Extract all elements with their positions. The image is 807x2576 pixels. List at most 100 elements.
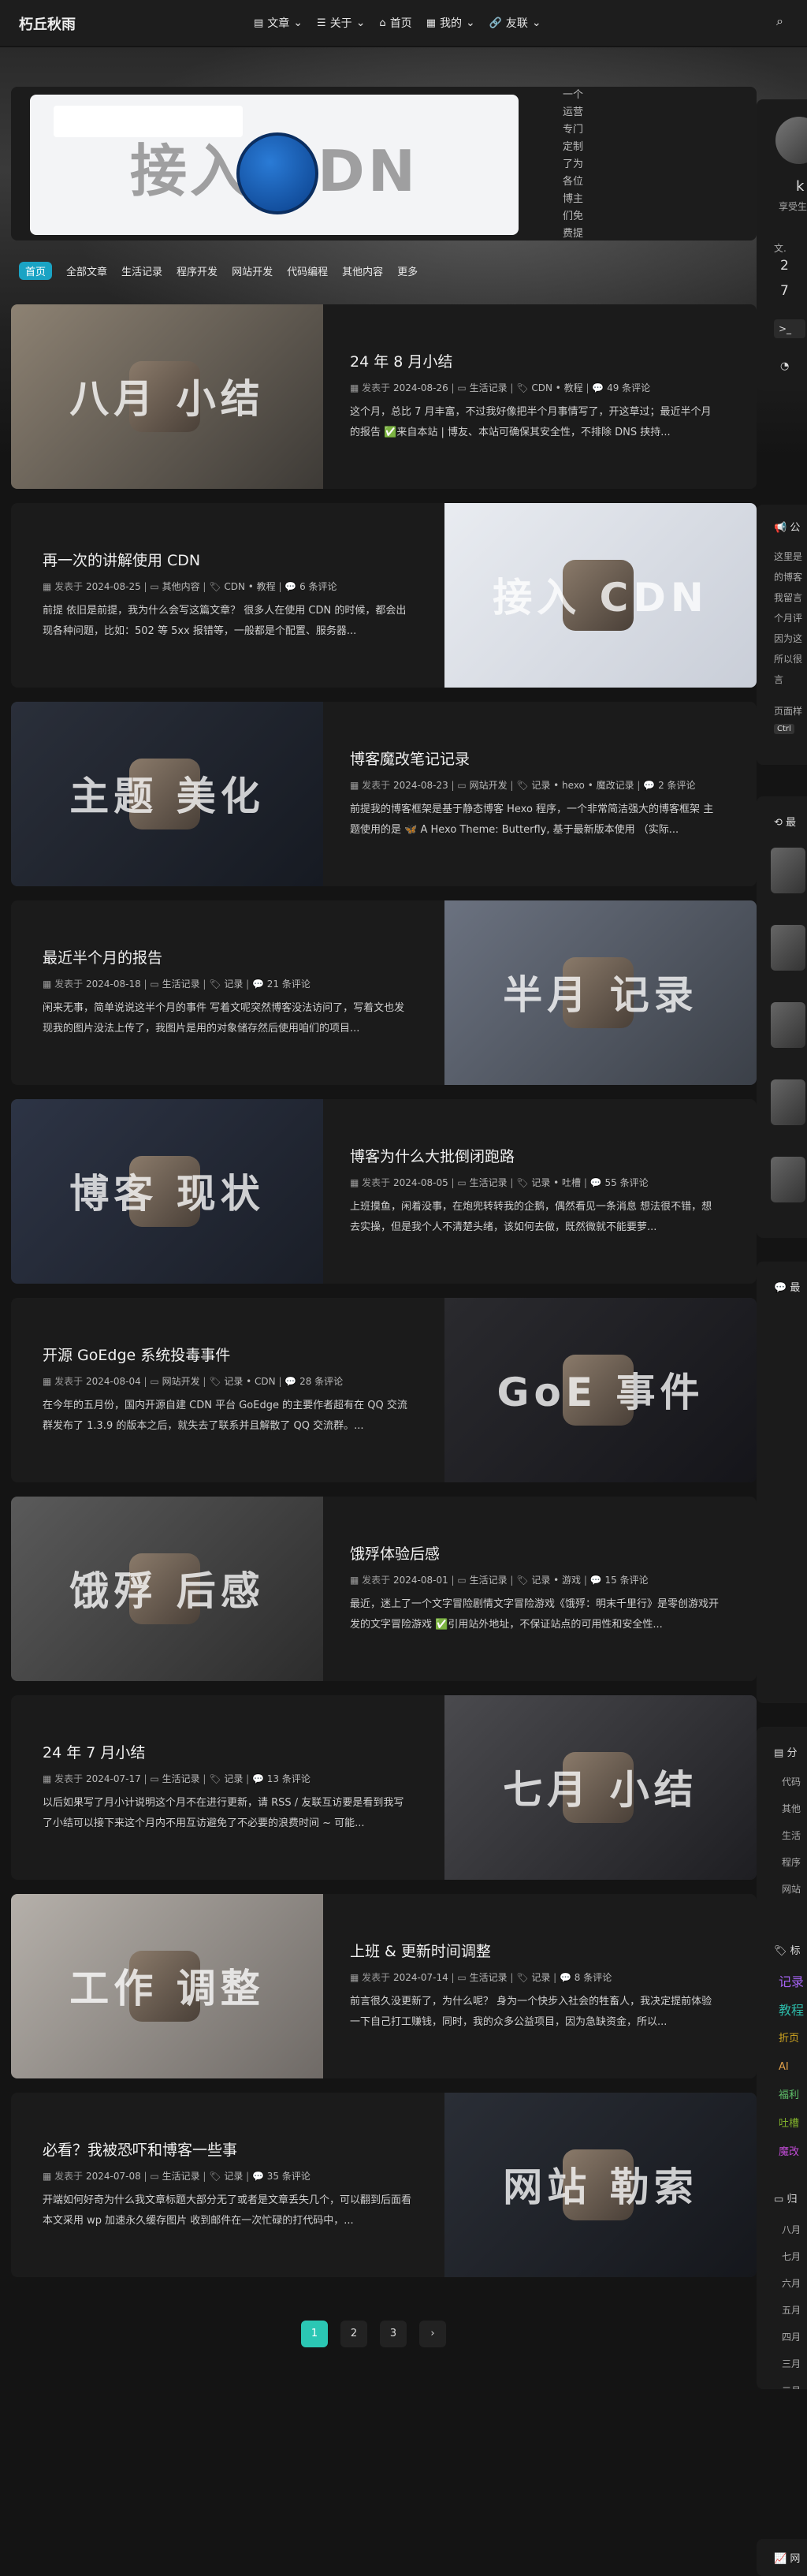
post-category[interactable]: 生活记录 — [162, 979, 200, 990]
post-comments[interactable]: 13 条评论 — [267, 1773, 311, 1784]
terminal-button[interactable]: >_ — [774, 319, 805, 338]
menu-links[interactable]: 🔗 友联 ⌄ — [489, 15, 541, 31]
post-comments[interactable]: 28 条评论 — [299, 1376, 343, 1387]
category-item[interactable]: 程序 — [782, 1849, 807, 1876]
archive-item[interactable]: 四月 — [782, 2324, 807, 2350]
post-cover[interactable]: 八月 小结 — [11, 304, 323, 489]
site-brand[interactable]: 朽丘秋雨 — [19, 13, 76, 34]
rss-icon[interactable]: ◔ — [780, 360, 807, 372]
avatar[interactable] — [775, 117, 807, 164]
post-card[interactable]: 网站 勒索 必看？我被恐吓和博客一些事 ▦ 发表于 2024-07-08 | ▭… — [11, 2093, 757, 2277]
post-title[interactable]: 必看？我被恐吓和博客一些事 — [43, 2138, 237, 2160]
recent-thumb[interactable] — [771, 848, 805, 893]
post-cover[interactable]: 主题 美化 — [11, 702, 323, 886]
recent-thumb[interactable] — [771, 925, 805, 971]
category-item[interactable]: 代码 — [782, 1769, 807, 1795]
post-comments[interactable]: 2 条评论 — [658, 780, 695, 791]
post-tags[interactable]: 记录 • 吐槽 — [531, 1177, 581, 1188]
page-2[interactable]: 2 — [340, 2321, 367, 2347]
tab-program[interactable]: 程序开发 — [177, 263, 218, 278]
post-title[interactable]: 博客魔改笔记记录 — [350, 747, 470, 769]
recent-thumb[interactable] — [771, 1079, 805, 1125]
post-category[interactable]: 生活记录 — [470, 1177, 508, 1188]
post-cover[interactable]: 饿殍 后感 — [11, 1497, 323, 1681]
post-category[interactable]: 生活记录 — [470, 1972, 508, 1983]
post-comments[interactable]: 21 条评论 — [267, 979, 311, 990]
tab-web[interactable]: 网站开发 — [232, 263, 273, 278]
category-item[interactable]: 其他 — [782, 1795, 807, 1822]
tab-code[interactable]: 代码编程 — [287, 263, 328, 278]
post-comments[interactable]: 6 条评论 — [299, 581, 337, 592]
post-cover[interactable]: 接入 CDN — [444, 503, 757, 688]
menu-mine[interactable]: ▦ 我的 ⌄ — [426, 15, 475, 31]
post-category[interactable]: 其他内容 — [162, 581, 200, 592]
tag-item[interactable]: 折页 — [779, 2025, 807, 2053]
post-comments[interactable]: 15 条评论 — [605, 1575, 649, 1586]
post-category[interactable]: 生活记录 — [162, 1773, 200, 1784]
post-tags[interactable]: 记录 — [224, 979, 243, 990]
post-category[interactable]: 网站开发 — [470, 780, 508, 791]
archive-item[interactable]: 二月 — [782, 2377, 807, 2389]
post-title[interactable]: 饿殍体验后感 — [350, 1542, 440, 1564]
post-tags[interactable]: 记录 — [224, 2171, 243, 2182]
tag-item[interactable]: 吐槽 — [779, 2110, 807, 2138]
tag-item[interactable]: 福利 — [779, 2082, 807, 2110]
next-page-button[interactable]: › — [419, 2321, 446, 2347]
post-title[interactable]: 博客为什么大批倒闭跑路 — [350, 1145, 515, 1166]
tag-item[interactable]: 教程 — [779, 1996, 807, 2025]
post-category[interactable]: 生活记录 — [162, 2171, 200, 2182]
post-cover[interactable]: 网站 勒索 — [444, 2093, 757, 2277]
post-cover[interactable]: 半月 记录 — [444, 900, 757, 1085]
category-item[interactable]: 生活 — [782, 1822, 807, 1849]
post-cover[interactable]: 七月 小结 — [444, 1695, 757, 1880]
post-tags[interactable]: 记录 — [531, 1972, 550, 1983]
tag-item[interactable]: AI — [779, 2053, 807, 2082]
post-tags[interactable]: 记录 • CDN — [224, 1376, 275, 1387]
page-3[interactable]: 3 — [380, 2321, 407, 2347]
post-tags[interactable]: CDN • 教程 — [224, 581, 275, 592]
featured-thumbnail[interactable]: 接入 CDN — [30, 95, 519, 235]
post-comments[interactable]: 35 条评论 — [267, 2171, 311, 2182]
post-card[interactable]: 饿殍 后感 饿殍体验后感 ▦ 发表于 2024-08-01 | ▭ 生活记录 |… — [11, 1497, 757, 1681]
post-cover[interactable]: 博客 现状 — [11, 1099, 323, 1284]
post-tags[interactable]: CDN • 教程 — [531, 382, 582, 393]
post-category[interactable]: 网站开发 — [162, 1376, 200, 1387]
post-card[interactable]: 八月 小结 24 年 8 月小结 ▦ 发表于 2024-08-26 | ▭ 生活… — [11, 304, 757, 489]
category-item[interactable]: 网站 — [782, 1876, 807, 1903]
post-card[interactable]: 半月 记录 最近半个月的报告 ▦ 发表于 2024-08-18 | ▭ 生活记录… — [11, 900, 757, 1085]
post-card[interactable]: 接入 CDN 再一次的讲解使用 CDN ▦ 发表于 2024-08-25 | ▭… — [11, 503, 757, 688]
post-card[interactable]: 七月 小结 24 年 7 月小结 ▦ 发表于 2024-07-17 | ▭ 生活… — [11, 1695, 757, 1880]
menu-about[interactable]: ☰ 关于 ⌄ — [317, 15, 365, 31]
post-title[interactable]: 24 年 7 月小结 — [43, 1741, 145, 1762]
post-comments[interactable]: 8 条评论 — [575, 1972, 612, 1983]
post-tags[interactable]: 记录 • 游戏 — [531, 1575, 581, 1586]
post-comments[interactable]: 49 条评论 — [607, 382, 650, 393]
tab-more[interactable]: 更多 — [397, 263, 418, 278]
tag-item[interactable]: 魔改 — [779, 2138, 807, 2167]
menu-home[interactable]: ⌂ 首页 — [379, 15, 411, 31]
post-cover[interactable]: GoE 事件 — [444, 1298, 757, 1482]
post-category[interactable]: 生活记录 — [470, 1575, 508, 1586]
post-card[interactable]: 主题 美化 博客魔改笔记记录 ▦ 发表于 2024-08-23 | ▭ 网站开发… — [11, 702, 757, 886]
post-title[interactable]: 再一次的讲解使用 CDN — [43, 549, 200, 570]
archive-item[interactable]: 七月 — [782, 2243, 807, 2270]
tag-item[interactable]: 记录 — [779, 1968, 807, 1996]
recent-thumb[interactable] — [771, 1157, 805, 1202]
post-title[interactable]: 24 年 8 月小结 — [350, 350, 452, 371]
menu-articles[interactable]: ▤ 文章 ⌄ — [254, 15, 303, 31]
post-comments[interactable]: 55 条评论 — [605, 1177, 649, 1188]
post-title[interactable]: 最近半个月的报告 — [43, 946, 162, 967]
post-tags[interactable]: 记录 — [224, 1773, 243, 1784]
post-card[interactable]: GoE 事件 开源 GoEdge 系统投毒事件 ▦ 发表于 2024-08-04… — [11, 1298, 757, 1482]
post-cover[interactable]: 工作 调整 — [11, 1894, 323, 2078]
post-category[interactable]: 生活记录 — [470, 382, 508, 393]
archive-item[interactable]: 八月 — [782, 2216, 807, 2243]
tab-home[interactable]: 首页 — [19, 262, 53, 280]
post-card[interactable]: 工作 调整 上班 & 更新时间调整 ▦ 发表于 2024-07-14 | ▭ 生… — [11, 1894, 757, 2078]
post-tags[interactable]: 记录 • hexo • 魔改记录 — [531, 780, 634, 791]
page-1[interactable]: 1 — [301, 2321, 328, 2347]
post-title[interactable]: 上班 & 更新时间调整 — [350, 1940, 491, 1961]
search-icon[interactable]: ⌕ — [776, 13, 783, 29]
archive-item[interactable]: 五月 — [782, 2297, 807, 2324]
post-card[interactable]: 博客 现状 博客为什么大批倒闭跑路 ▦ 发表于 2024-08-05 | ▭ 生… — [11, 1099, 757, 1284]
